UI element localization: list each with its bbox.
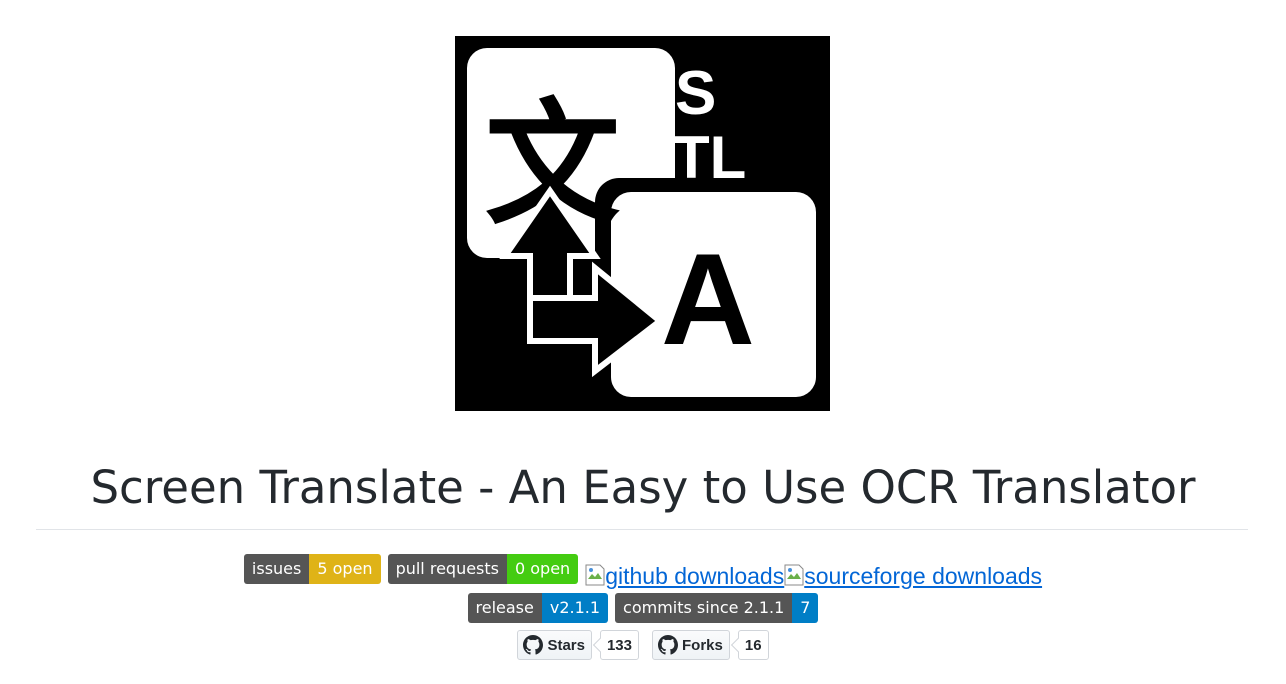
stars-label: Stars bbox=[547, 636, 585, 654]
sourceforge-downloads-link[interactable]: sourceforge downloads bbox=[784, 556, 1042, 590]
badge-row-1: issues 5 open pull requests 0 open githu… bbox=[0, 554, 1286, 590]
badge-label: commits since 2.1.1 bbox=[615, 593, 793, 623]
logo-letters-tl: TL bbox=[673, 124, 746, 191]
pull-requests-badge[interactable]: pull requests 0 open bbox=[387, 554, 579, 584]
stars-button[interactable]: Stars bbox=[517, 630, 592, 660]
stars-widget: Stars 133 bbox=[517, 630, 639, 660]
logo-letter-a: A bbox=[661, 226, 755, 372]
broken-image-icon bbox=[784, 564, 804, 586]
forks-count[interactable]: 16 bbox=[737, 630, 769, 660]
forks-button[interactable]: Forks bbox=[652, 630, 730, 660]
forks-label: Forks bbox=[682, 636, 723, 654]
logo-letter-s: S bbox=[675, 59, 716, 128]
badge-label: pull requests bbox=[387, 554, 507, 584]
badge-value: v2.1.1 bbox=[541, 593, 609, 623]
commits-since-badge[interactable]: commits since 2.1.1 7 bbox=[615, 593, 819, 623]
badge-label: issues bbox=[243, 554, 310, 584]
release-badge[interactable]: release v2.1.1 bbox=[467, 593, 609, 623]
page-title: Screen Translate - An Easy to Use OCR Tr… bbox=[90, 461, 1196, 514]
badge-value: 0 open bbox=[507, 554, 579, 584]
badge-value: 5 open bbox=[309, 554, 381, 584]
github-downloads-link[interactable]: github downloads bbox=[585, 556, 784, 590]
broken-image-icon bbox=[585, 564, 605, 586]
translate-logo-icon: 文 A S TL bbox=[455, 36, 830, 411]
stars-count[interactable]: 133 bbox=[599, 630, 639, 660]
forks-widget: Forks 16 bbox=[652, 630, 769, 660]
app-logo: 文 A S TL bbox=[455, 36, 830, 411]
sourceforge-downloads-text: sourceforge downloads bbox=[804, 563, 1043, 589]
badge-row-2: release v2.1.1 commits since 2.1.1 7 bbox=[0, 593, 1286, 623]
github-icon bbox=[658, 635, 678, 655]
github-downloads-text: github downloads bbox=[605, 563, 785, 589]
badge-label: release bbox=[467, 593, 542, 623]
title-divider bbox=[36, 529, 1248, 530]
issues-badge[interactable]: issues 5 open bbox=[243, 554, 381, 584]
github-buttons-row: Stars 133 Forks 16 bbox=[0, 630, 1286, 660]
download-links: github downloads sourceforge downloads bbox=[585, 554, 1042, 590]
github-icon bbox=[523, 635, 544, 655]
badge-value: 7 bbox=[792, 593, 819, 623]
